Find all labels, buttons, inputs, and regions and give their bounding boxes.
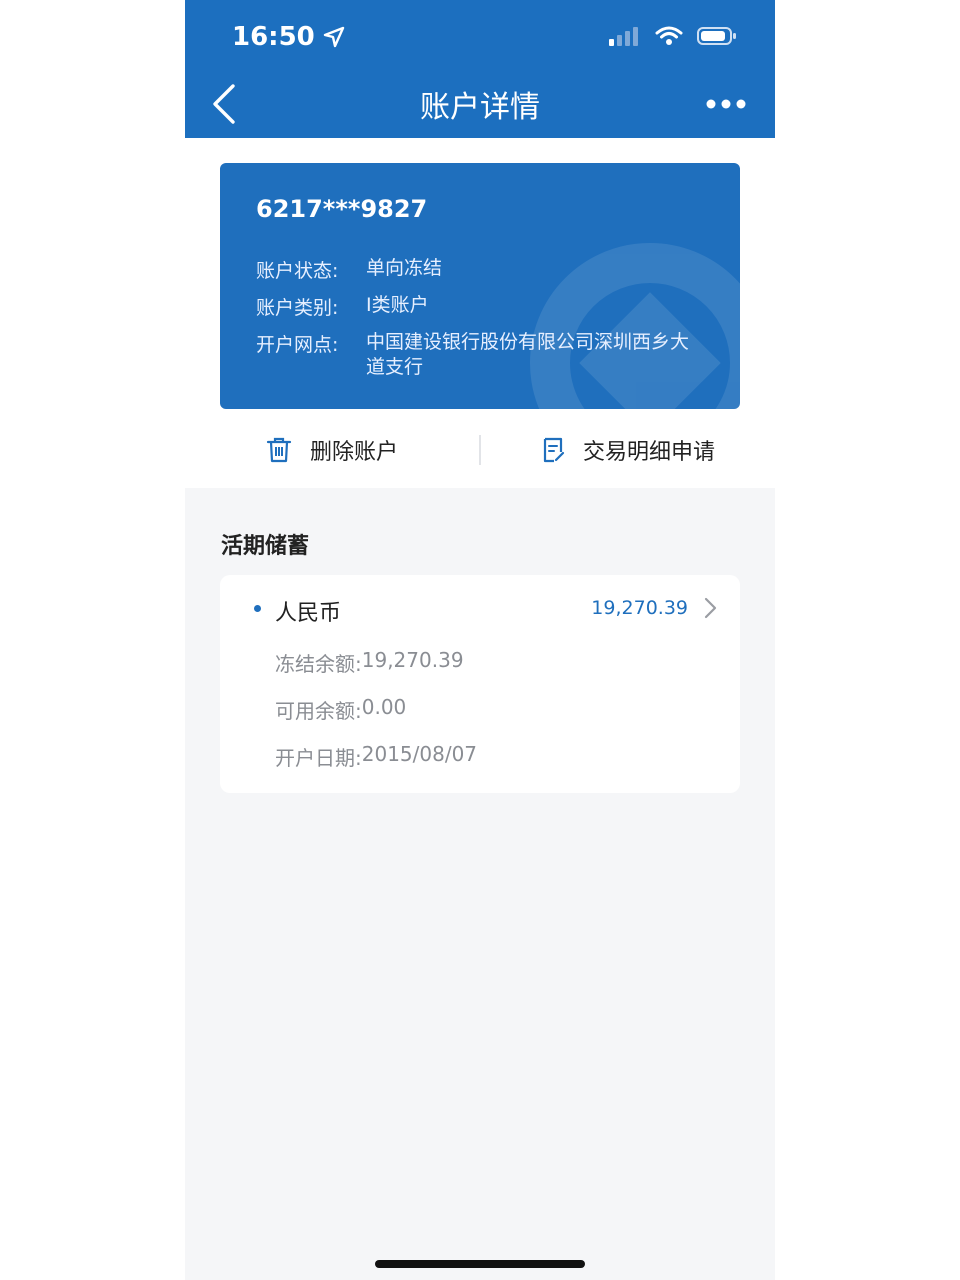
status-indicators <box>609 26 737 46</box>
delete-account-label: 删除账户 <box>309 440 398 465</box>
more-button[interactable] <box>705 92 747 116</box>
status-time: 16:50 <box>232 22 345 52</box>
available-balance-row: 可用余额: 0.00 <box>275 695 406 724</box>
card-row-label: 账户状态: <box>256 260 339 282</box>
detail-value: 19,270.39 <box>361 648 464 672</box>
open-date-row: 开户日期: 2015/08/07 <box>275 742 477 771</box>
wifi-icon <box>655 26 683 45</box>
document-icon <box>543 437 565 463</box>
delete-account-button[interactable]: 删除账户 <box>185 420 479 480</box>
card-row-value: I类账户 <box>366 294 429 316</box>
trash-icon <box>266 437 292 463</box>
card-number: 6217***9827 <box>256 195 428 223</box>
bullet-dot <box>254 605 261 612</box>
balance-amount: 19,270.39 <box>591 597 688 619</box>
cellular-signal-icon <box>609 27 638 46</box>
card-row-branch: 开户网点: 中国建设银行股份有限公司深圳西乡大道支行 <box>256 330 706 380</box>
currency-label: 人民币 <box>275 601 342 626</box>
card-row-value: 中国建设银行股份有限公司深圳西乡大道支行 <box>366 331 690 378</box>
page-title: 账户详情 <box>420 90 540 125</box>
deposit-account-panel: 人民币 19,270.39 冻结余额: 19,270.39 可用余额: 0.00… <box>220 575 740 793</box>
status-time-label: 16:50 <box>232 22 315 52</box>
detail-label: 可用余额: <box>275 699 362 723</box>
card-row-value: 单向冻结 <box>366 257 443 279</box>
card-row-type: 账户类别: I类账户 <box>256 293 706 320</box>
top-header: 16:50 账户详情 <box>185 0 775 138</box>
transaction-details-label: 交易明细申请 <box>582 440 715 465</box>
account-card: 6217***9827 账户状态: 单向冻结 账户类别: I类账户 开户网点: … <box>220 163 740 409</box>
detail-value: 0.00 <box>361 695 407 719</box>
account-actions: 删除账户 交易明细申请 <box>185 420 775 480</box>
chevron-right-icon <box>704 597 717 619</box>
detail-label: 冻结余额: <box>275 652 362 676</box>
card-row-label: 开户网点: <box>256 334 339 356</box>
frozen-balance-row: 冻结余额: 19,270.39 <box>275 648 464 677</box>
location-arrow-icon <box>323 26 344 48</box>
detail-value: 2015/08/07 <box>361 742 478 766</box>
section-title: 活期储蓄 <box>221 534 310 559</box>
battery-icon <box>697 27 736 45</box>
more-dots-icon <box>706 99 746 109</box>
detail-label: 开户日期: <box>275 746 362 770</box>
phone-screen: 16:50 账户详情 6217***9827 账户状态: 单向冻结 账户类别: … <box>185 0 775 1280</box>
home-indicator[interactable] <box>375 1260 585 1268</box>
transaction-details-request-button[interactable]: 交易明细申请 <box>481 420 775 480</box>
currency-row[interactable]: 人民币 19,270.39 <box>220 575 740 641</box>
card-row-label: 账户类别: <box>256 297 339 319</box>
card-row-status: 账户状态: 单向冻结 <box>256 256 706 283</box>
